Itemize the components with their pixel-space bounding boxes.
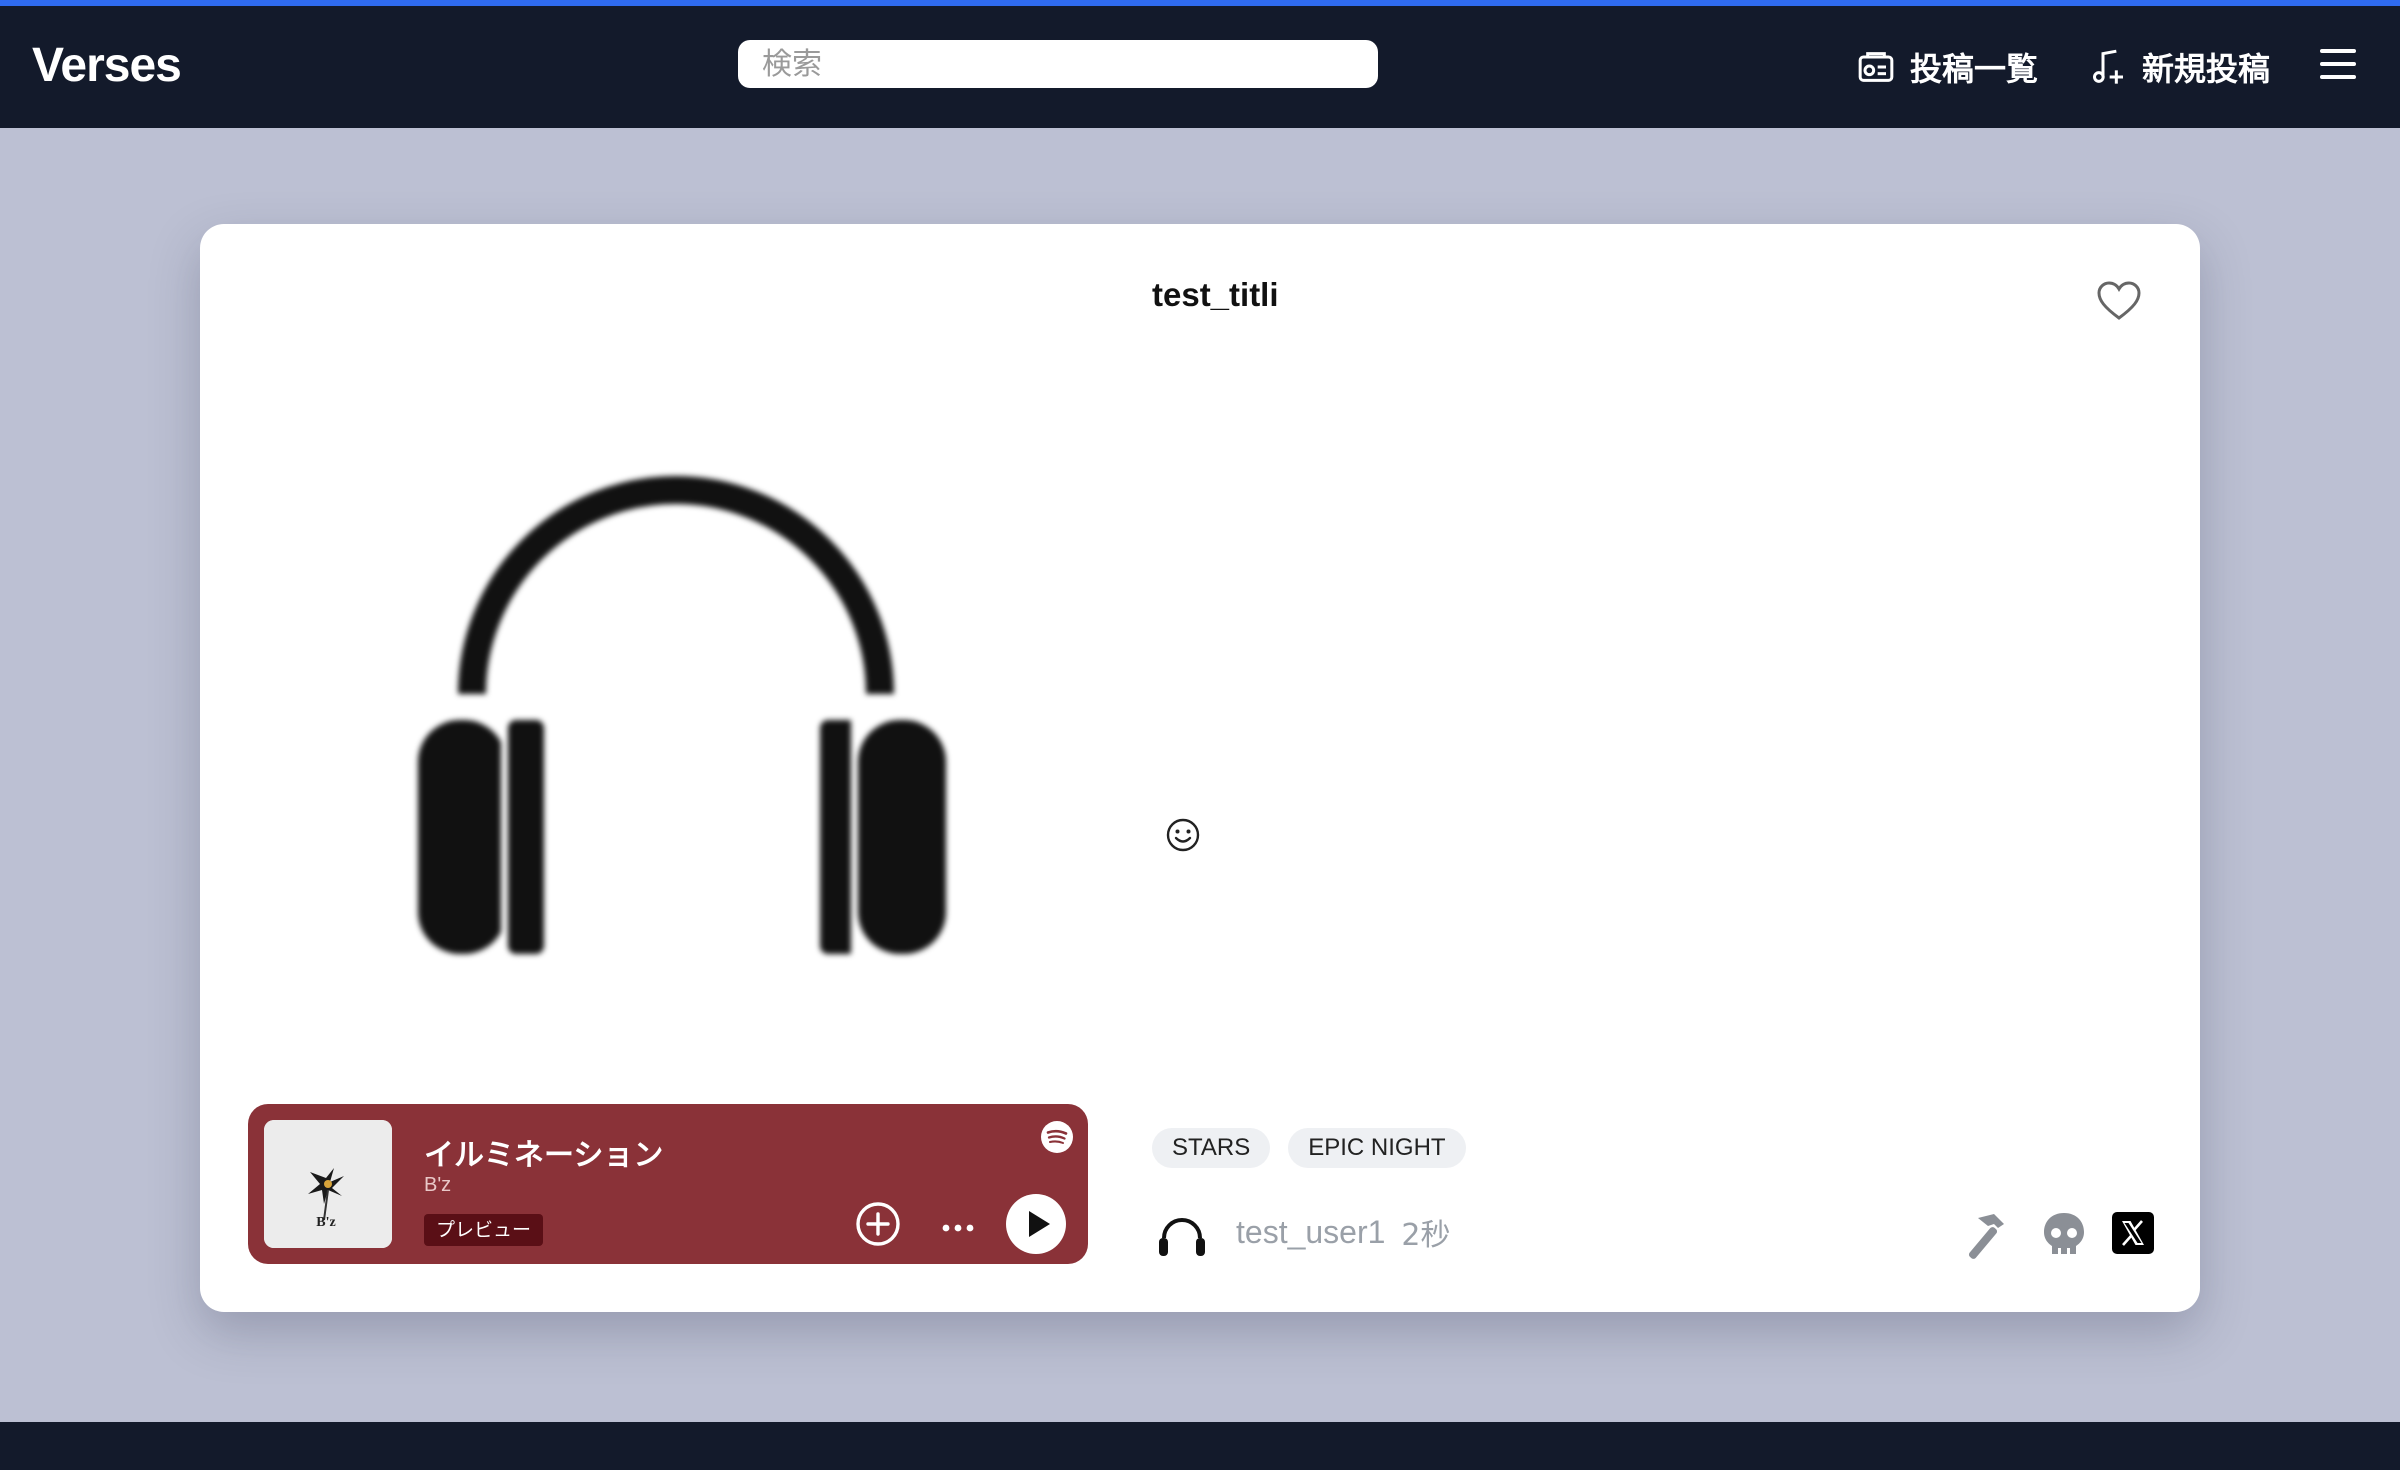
post-cover-image (240, 264, 1040, 1004)
play-icon[interactable] (1006, 1194, 1066, 1254)
emoji-icon[interactable] (1164, 816, 1202, 854)
tag-list: STARS EPIC NIGHT (1152, 1128, 1466, 1168)
post-card: B'z イルミネーション B'z プレビュー test_titli STARS … (200, 224, 2200, 1312)
nav-posts-link[interactable]: 投稿一覧 (1856, 44, 2038, 90)
track-title[interactable]: イルミネーション (424, 1130, 663, 1174)
heart-icon[interactable] (2096, 280, 2142, 322)
headphones-icon (418, 476, 946, 960)
nav-new-post-label: 新規投稿 (2142, 50, 2271, 88)
track-artist[interactable]: B'z (424, 1174, 451, 1197)
footer (0, 1422, 2400, 1470)
nav-new-post-link[interactable]: 新規投稿 (2088, 44, 2270, 90)
search-input[interactable] (738, 40, 1378, 88)
album-art[interactable]: B'z (264, 1120, 392, 1248)
tag-chip[interactable]: STARS (1152, 1128, 1271, 1168)
spotify-icon[interactable] (1040, 1120, 1074, 1154)
add-circle-icon[interactable] (854, 1200, 902, 1248)
menu-icon[interactable] (2318, 46, 2358, 82)
preview-badge: プレビュー (424, 1214, 544, 1246)
post-meta: test_user1 2秒 (1152, 1204, 1451, 1260)
music-add-icon (2093, 49, 2123, 84)
posts-list-icon (1858, 52, 1894, 82)
more-icon[interactable] (934, 1200, 982, 1248)
post-time: 2秒 (1401, 1218, 1451, 1253)
post-title: test_titli (1152, 276, 1279, 313)
nav-posts-label: 投稿一覧 (1910, 50, 2039, 88)
x-logo-icon[interactable] (2112, 1212, 2154, 1254)
brand-logo[interactable]: Verses (32, 38, 182, 93)
music-player: B'z イルミネーション B'z プレビュー (248, 1104, 1088, 1264)
post-username[interactable]: test_user1 (1236, 1214, 1385, 1251)
navbar: Verses 投稿一覧 新規投稿 (0, 6, 2400, 128)
tag-chip[interactable]: EPIC NIGHT (1288, 1128, 1466, 1168)
skull-icon[interactable] (2040, 1210, 2088, 1260)
album-art-text: B'z (316, 1215, 335, 1230)
hammer-icon[interactable] (1958, 1210, 2010, 1262)
headphones-icon (1159, 1218, 1205, 1256)
